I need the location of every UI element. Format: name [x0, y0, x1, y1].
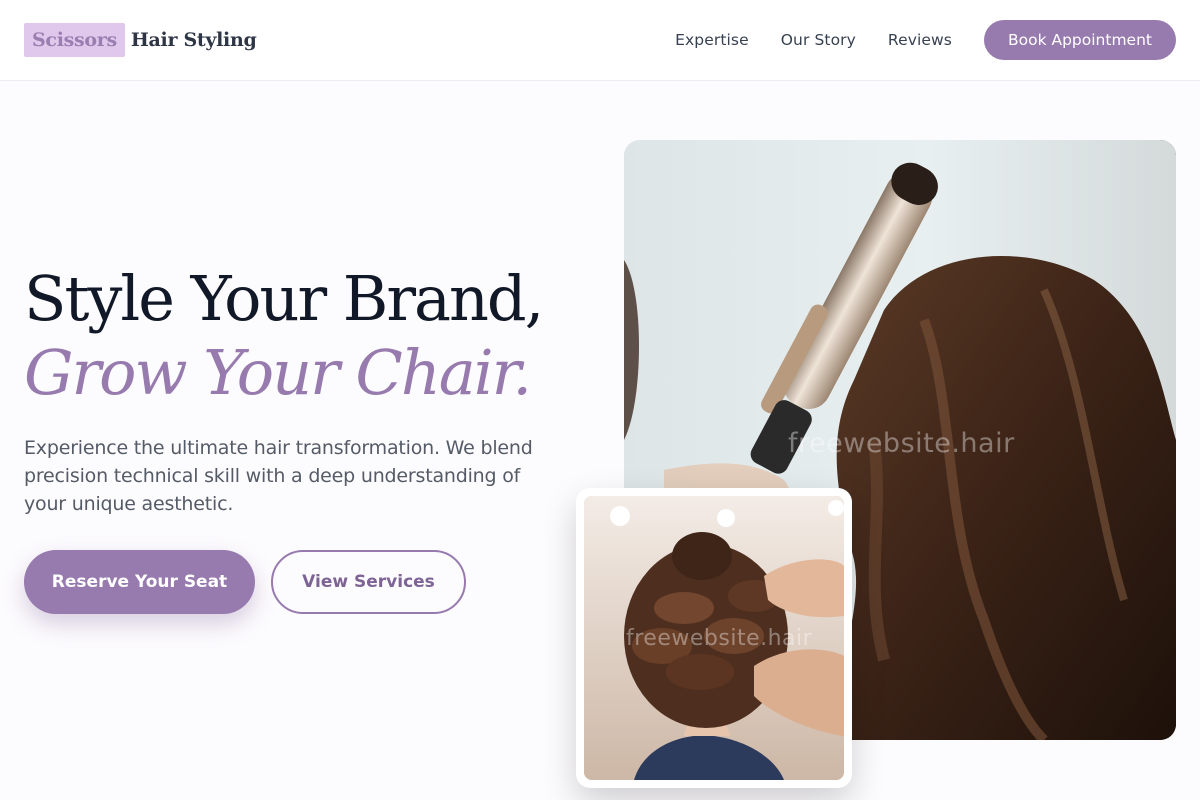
watermark-main: freewebsite.hair	[788, 428, 1015, 459]
logo-mark: Scissors	[24, 23, 125, 57]
watermark-inset: freewebsite.hair	[626, 626, 813, 651]
view-services-button[interactable]: View Services	[271, 550, 466, 614]
nav-link-expertise[interactable]: Expertise	[675, 31, 749, 49]
hero-title: Style Your Brand, Grow Your Chair.	[24, 262, 544, 410]
main-nav: Expertise Our Story Reviews Book Appoint…	[675, 20, 1176, 60]
book-appointment-button[interactable]: Book Appointment	[983, 20, 1176, 60]
nav-link-reviews[interactable]: Reviews	[888, 31, 952, 49]
nav-link-our-story[interactable]: Our Story	[781, 31, 856, 49]
site-header: Scissors Hair Styling Expertise Our Stor…	[0, 0, 1200, 81]
hero-inset-image: freewebsite.hair	[584, 496, 844, 780]
logo[interactable]: Scissors Hair Styling	[24, 23, 257, 57]
logo-text: Hair Styling	[130, 29, 257, 51]
hero-subtitle: Experience the ultimate hair transformat…	[24, 437, 533, 515]
hero-title-line1: Style Your Brand,	[24, 262, 544, 335]
hero-inset-image-card: freewebsite.hair	[576, 488, 852, 788]
hero-title-line2: Grow Your Chair.	[24, 336, 532, 409]
reserve-seat-button[interactable]: Reserve Your Seat	[24, 550, 255, 614]
